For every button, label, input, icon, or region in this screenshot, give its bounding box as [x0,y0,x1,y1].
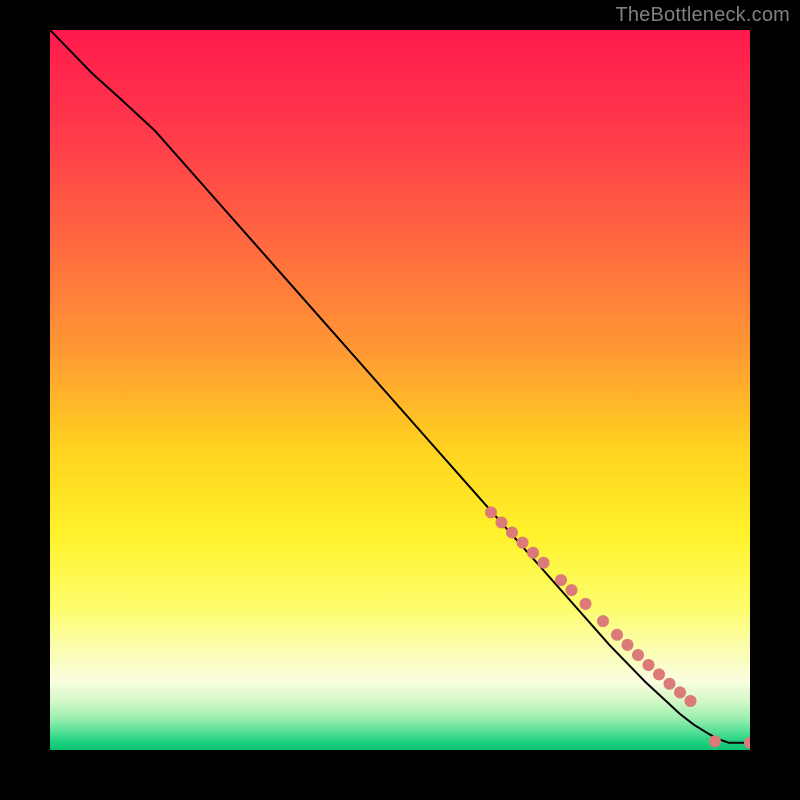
curve-marker [496,516,508,528]
curve-marker [517,537,529,549]
curve-marker [485,506,497,518]
curve-marker [538,557,550,569]
curve-marker [653,668,665,680]
curve-marker [643,659,655,671]
curve-marker [506,527,518,539]
curve-marker [632,649,644,661]
curve-marker [664,678,676,690]
curve-marker [597,615,609,627]
curve-marker [555,574,567,586]
plot-area [50,30,750,750]
curve-marker [685,695,697,707]
curve-marker [709,735,721,747]
curve-marker [527,547,539,559]
curve-marker [674,686,686,698]
curve-marker [611,629,623,641]
gradient-background [50,30,750,750]
curve-marker [622,639,634,651]
chart-svg [50,30,750,750]
attribution-text: TheBottleneck.com [615,4,790,27]
curve-marker [580,598,592,610]
chart-frame: TheBottleneck.com [0,0,800,800]
curve-marker [566,584,578,596]
